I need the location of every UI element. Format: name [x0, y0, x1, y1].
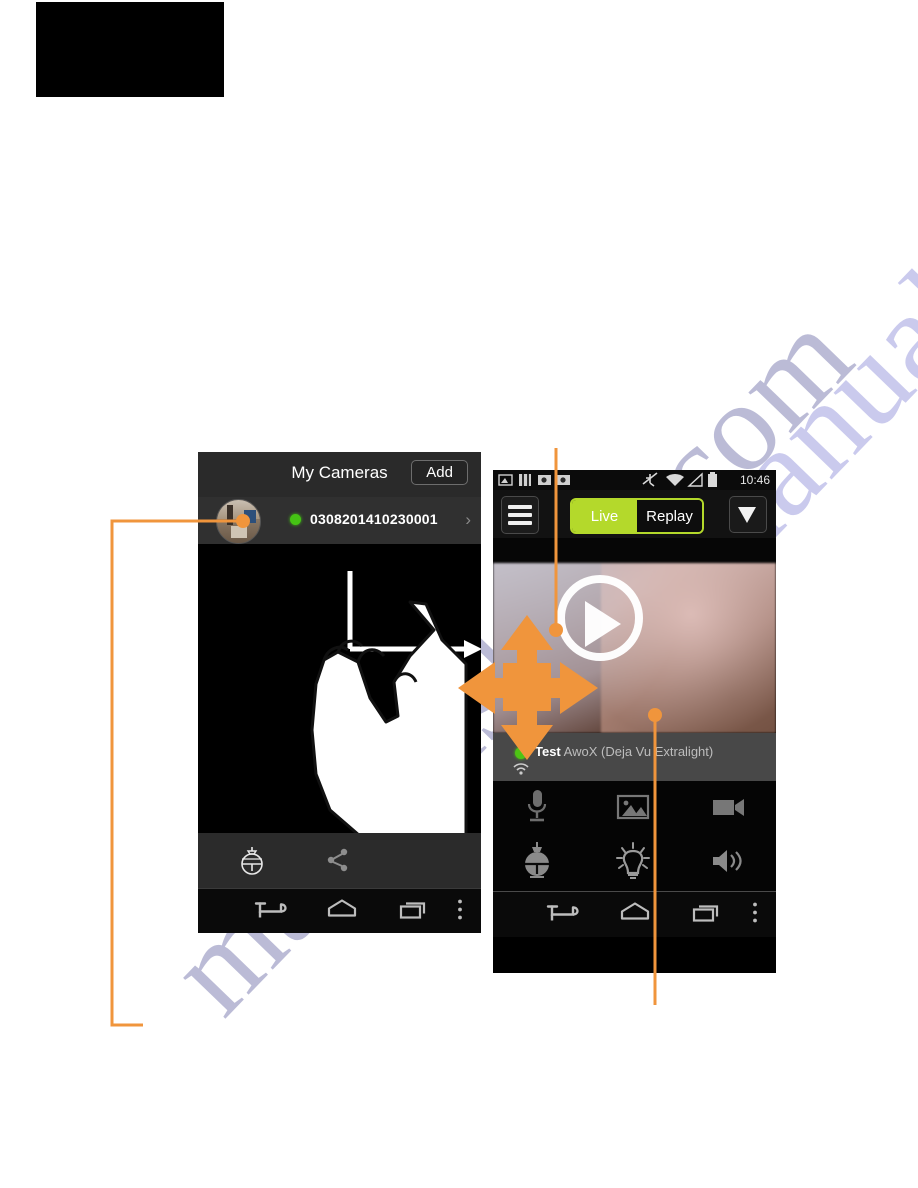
microphone-icon[interactable] [507, 783, 567, 831]
camera-thumbnail[interactable] [216, 499, 261, 544]
live-replay-toggle[interactable]: Live Replay [570, 498, 704, 534]
device-caption-bar[interactable]: Test AwoX (Deja Vu Extralight) [493, 733, 776, 781]
left-phone-header: My Cameras Add [198, 452, 481, 497]
overflow-menu-icon[interactable] [751, 901, 759, 928]
add-camera-button[interactable]: Add [411, 460, 468, 485]
status-bar-clock: 10:46 [739, 473, 770, 487]
hamburger-menu-icon[interactable] [501, 496, 539, 534]
device-detail: AwoX (Deja Vu Extralight) [560, 744, 714, 759]
back-icon[interactable] [545, 900, 581, 929]
left-phone-screenshot: My Cameras Add 0308201410230001 › [198, 452, 481, 933]
status-badge-online [290, 514, 301, 525]
left-phone-toolbar [198, 833, 481, 888]
gallery-icon[interactable] [603, 783, 663, 831]
camera-dome-icon[interactable] [507, 837, 567, 885]
tab-replay[interactable]: Replay [637, 500, 702, 532]
share-icon[interactable] [308, 836, 368, 884]
right-phone-nav-bar [493, 891, 776, 937]
status-badge-online [515, 747, 527, 759]
chevron-right-icon[interactable]: › [465, 510, 471, 530]
chevron-down-icon[interactable] [729, 496, 767, 533]
black-banner [36, 2, 224, 97]
video-player[interactable] [493, 563, 776, 733]
status-right-icons [642, 472, 717, 487]
recents-icon[interactable] [398, 897, 430, 926]
control-icon-grid [493, 781, 776, 891]
left-phone-nav-bar [198, 888, 481, 933]
status-left-icons [498, 474, 570, 486]
video-camera-icon[interactable] [699, 783, 759, 831]
wifi-small-icon [513, 763, 529, 775]
device-name-bold: Test [535, 744, 561, 759]
tab-live[interactable]: Live [572, 500, 637, 532]
home-icon[interactable] [326, 897, 358, 926]
light-bulb-icon[interactable] [603, 837, 663, 885]
right-phone-screenshot: 10:46 Live Replay Test AwoX (Deja Vu Ext… [493, 470, 776, 973]
speaker-icon[interactable] [699, 837, 759, 885]
pointing-hand-icon [310, 600, 468, 833]
back-icon[interactable] [253, 897, 289, 926]
right-phone-top-bar: Live Replay [493, 490, 776, 538]
recents-icon[interactable] [691, 900, 723, 929]
left-phone-video-area[interactable] [198, 544, 481, 833]
home-icon[interactable] [619, 900, 651, 929]
overflow-menu-icon[interactable] [456, 898, 464, 925]
android-status-bar: 10:46 [493, 470, 776, 490]
camera-list-item[interactable]: 0308201410230001 › [198, 497, 481, 544]
device-name-label: Test AwoX (Deja Vu Extralight) [535, 744, 713, 759]
camera-serial-label: 0308201410230001 [310, 511, 438, 527]
top-bar-spacer [493, 538, 776, 563]
play-triangle-icon [585, 601, 621, 647]
camera-dome-icon[interactable] [222, 836, 282, 884]
